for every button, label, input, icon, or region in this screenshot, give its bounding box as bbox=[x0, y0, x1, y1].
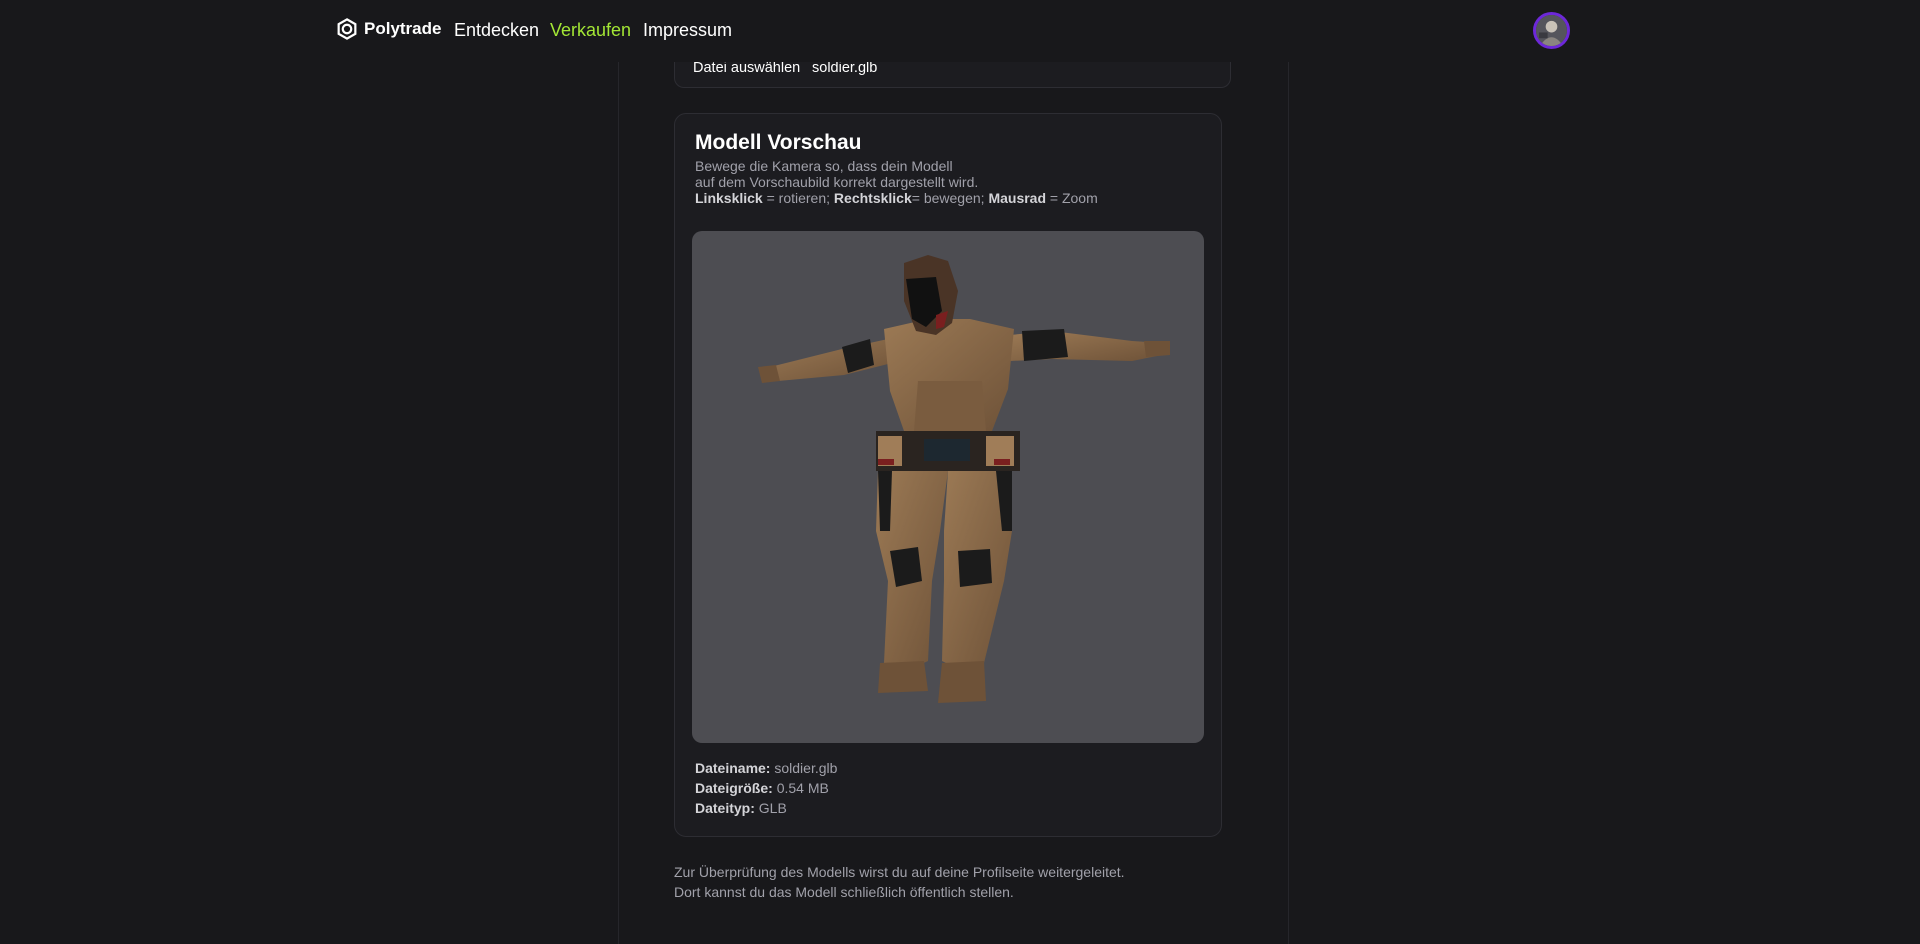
meta-file-name-label: Dateiname: bbox=[695, 760, 771, 776]
preview-description: Bewege die Kamera so, dass dein Modell a… bbox=[695, 158, 1098, 206]
preview-desc-line-1: Bewege die Kamera so, dass dein Modell bbox=[695, 158, 953, 174]
nav-link-impressum[interactable]: Impressum bbox=[643, 20, 732, 41]
brand-link[interactable]: Polytrade bbox=[336, 18, 441, 40]
right-click-action: = bewegen; bbox=[911, 190, 985, 206]
review-notice-line-2: Dort kannst du das Modell schließlich öf… bbox=[674, 884, 1014, 900]
mouse-wheel-action: = Zoom bbox=[1049, 190, 1098, 206]
meta-file-type-label: Dateityp: bbox=[695, 800, 755, 816]
top-navigation: Polytrade Entdecken Verkaufen Impressum bbox=[0, 0, 1920, 62]
model-3d-viewport[interactable] bbox=[692, 231, 1204, 743]
preview-desc-line-2: auf dem Vorschaubild korrekt dargestellt… bbox=[695, 174, 979, 190]
left-click-action: = rotieren; bbox=[766, 190, 831, 206]
meta-file-type-value: GLB bbox=[758, 800, 787, 816]
meta-file-name: Dateiname: soldier.glb bbox=[695, 760, 837, 776]
user-avatar[interactable] bbox=[1533, 12, 1570, 49]
meta-file-size: Dateigröße: 0.54 MB bbox=[695, 780, 829, 796]
soldier-model-render bbox=[758, 255, 1170, 703]
left-click-key: Linksklick bbox=[695, 190, 763, 206]
meta-file-size-value: 0.54 MB bbox=[776, 780, 829, 796]
meta-file-size-label: Dateigröße: bbox=[695, 780, 773, 796]
brand-name: Polytrade bbox=[364, 19, 442, 38]
meta-file-name-value: soldier.glb bbox=[774, 760, 838, 776]
preview-controls-hint: Linksklick = rotieren; Rechtsklick= bewe… bbox=[695, 190, 1098, 206]
review-notice-line-1: Zur Überprüfung des Modells wirst du auf… bbox=[674, 864, 1125, 880]
review-notice: Zur Überprüfung des Modells wirst du auf… bbox=[674, 862, 1125, 902]
mouse-wheel-key: Mausrad bbox=[988, 190, 1047, 206]
nav-link-verkaufen[interactable]: Verkaufen bbox=[550, 20, 631, 41]
nav-link-entdecken[interactable]: Entdecken bbox=[454, 20, 539, 41]
polytrade-logo-icon bbox=[336, 18, 358, 40]
meta-file-type: Dateityp: GLB bbox=[695, 800, 787, 816]
selected-file-name: soldier.glb bbox=[812, 60, 878, 76]
right-click-key: Rechtsklick bbox=[833, 190, 912, 206]
preview-title: Modell Vorschau bbox=[695, 131, 862, 154]
choose-file-button[interactable]: Datei auswählen bbox=[693, 60, 800, 76]
